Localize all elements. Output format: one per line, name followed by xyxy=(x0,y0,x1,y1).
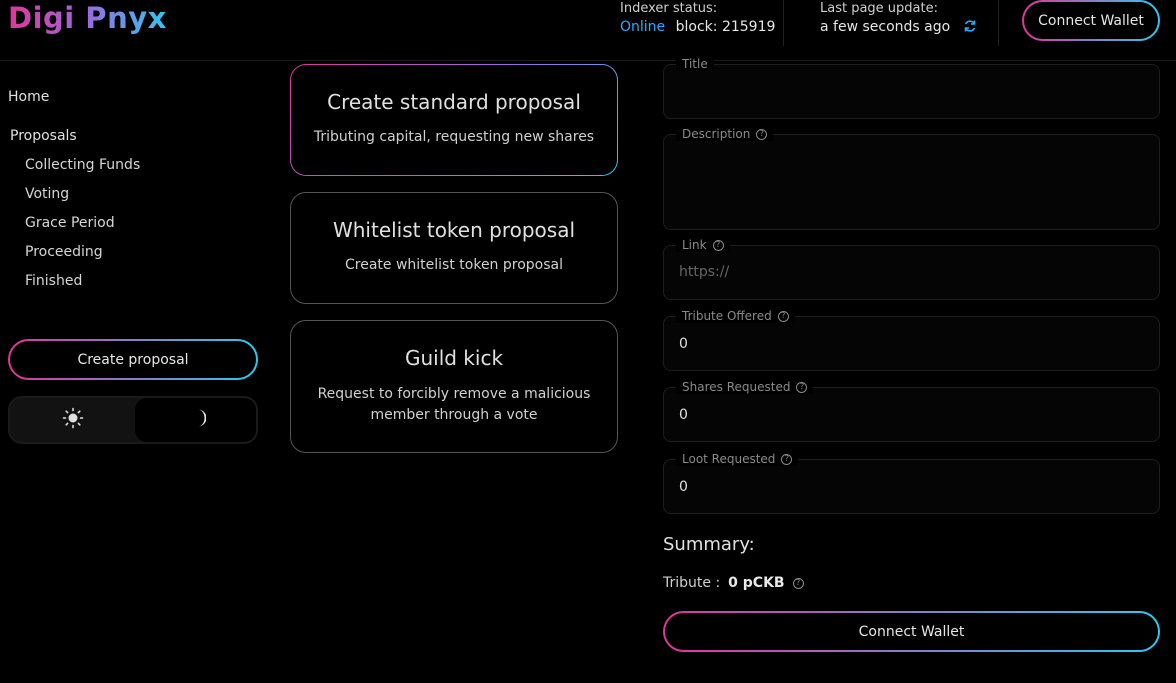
title-label: Title xyxy=(676,57,714,71)
sidebar-item-proceeding[interactable]: Proceeding xyxy=(25,244,103,260)
card-description: Request to forcibly remove a malicious m… xyxy=(317,386,591,423)
shares-requested-value: 0 xyxy=(679,407,688,423)
sidebar-item-grace-period[interactable]: Grace Period xyxy=(25,215,115,231)
help-icon[interactable]: ? xyxy=(781,453,793,465)
guild-kick-card[interactable]: Guild kick Request to forcibly remove a … xyxy=(290,320,618,453)
sidebar-item-voting[interactable]: Voting xyxy=(25,186,69,202)
shares-requested-field[interactable]: Shares Requested ? 0 xyxy=(663,380,1160,442)
moon-icon xyxy=(186,408,207,432)
help-icon[interactable]: ? xyxy=(712,239,724,251)
app-logo[interactable]: Digi Pnyx xyxy=(8,1,167,35)
link-label-text: Link xyxy=(682,238,707,252)
tribute-offered-field[interactable]: Tribute Offered ? 0 xyxy=(663,309,1160,371)
connect-wallet-label: Connect Wallet xyxy=(1024,2,1158,39)
create-proposal-button[interactable]: Create proposal xyxy=(8,339,258,380)
last-update-label: Last page update: xyxy=(820,1,938,16)
submit-connect-wallet-label: Connect Wallet xyxy=(665,613,1158,650)
sidebar-item-home[interactable]: Home xyxy=(8,89,49,105)
indexer-status: Indexer status: Online block: 215919 xyxy=(620,1,775,35)
help-icon[interactable]: ? xyxy=(756,128,768,140)
help-icon[interactable]: ? xyxy=(796,381,808,393)
create-proposal-label: Create proposal xyxy=(10,341,256,378)
tribute-offered-value: 0 xyxy=(679,336,688,352)
indexer-status-label: Indexer status: xyxy=(620,1,718,16)
card-description: Tributing capital, requesting new shares xyxy=(313,129,595,145)
loot-requested-label-text: Loot Requested xyxy=(682,452,776,466)
help-icon[interactable]: ? xyxy=(792,577,804,589)
description-label-text: Description xyxy=(682,127,751,141)
help-icon[interactable]: ? xyxy=(777,310,789,322)
link-placeholder: https:// xyxy=(679,264,730,280)
last-update-value: a few seconds ago xyxy=(820,19,977,37)
shares-requested-label: Shares Requested ? xyxy=(676,380,814,394)
header-divider xyxy=(783,0,784,46)
indexer-status-value: Online block: 215919 xyxy=(620,19,775,35)
summary-tribute: Tribute : 0 pCKB ? xyxy=(663,575,804,591)
refresh-icon[interactable] xyxy=(963,19,977,37)
card-description: Create whitelist token proposal xyxy=(344,257,563,273)
online-indicator: Online xyxy=(620,19,666,35)
whitelist-token-proposal-card[interactable]: Whitelist token proposal Create whitelis… xyxy=(290,192,618,304)
card-title: Guild kick xyxy=(404,346,504,370)
loot-requested-label: Loot Requested ? xyxy=(676,452,799,466)
summary-title: Summary: xyxy=(663,534,755,555)
loot-requested-field[interactable]: Loot Requested ? 0 xyxy=(663,452,1160,514)
submit-connect-wallet-button[interactable]: Connect Wallet xyxy=(663,611,1160,652)
summary-tribute-value: 0 pCKB xyxy=(728,575,785,591)
header-divider xyxy=(998,0,999,46)
sun-icon xyxy=(62,407,84,433)
link-label: Link ? xyxy=(676,238,730,252)
standard-proposal-card[interactable]: Create standard proposal Tributing capit… xyxy=(290,64,618,176)
loot-requested-value: 0 xyxy=(679,479,688,495)
title-field[interactable]: Title xyxy=(663,57,1160,119)
link-field[interactable]: Link ? https:// xyxy=(663,238,1160,300)
connect-wallet-button[interactable]: Connect Wallet xyxy=(1022,0,1160,41)
description-label: Description ? xyxy=(676,127,774,141)
sidebar-item-collecting-funds[interactable]: Collecting Funds xyxy=(25,157,140,173)
light-theme-button[interactable] xyxy=(10,398,135,442)
card-title: Whitelist token proposal xyxy=(332,218,576,242)
description-field[interactable]: Description ? xyxy=(663,127,1160,230)
title-label-text: Title xyxy=(682,57,708,71)
sidebar-item-proposals[interactable]: Proposals xyxy=(10,128,77,144)
summary-tribute-label: Tribute : xyxy=(663,575,721,591)
last-update-text: a few seconds ago xyxy=(820,19,951,35)
dark-theme-button[interactable] xyxy=(135,398,256,442)
tribute-offered-label: Tribute Offered ? xyxy=(676,309,795,323)
tribute-offered-label-text: Tribute Offered xyxy=(682,309,772,323)
block-number: block: 215919 xyxy=(675,19,776,35)
last-update: Last page update: a few seconds ago xyxy=(820,1,977,37)
top-header: Digi Pnyx Indexer status: Online block: … xyxy=(0,0,1176,61)
sidebar-item-finished[interactable]: Finished xyxy=(25,273,82,289)
theme-toggle xyxy=(8,396,258,444)
shares-requested-label-text: Shares Requested xyxy=(682,380,791,394)
card-title: Create standard proposal xyxy=(327,90,581,114)
